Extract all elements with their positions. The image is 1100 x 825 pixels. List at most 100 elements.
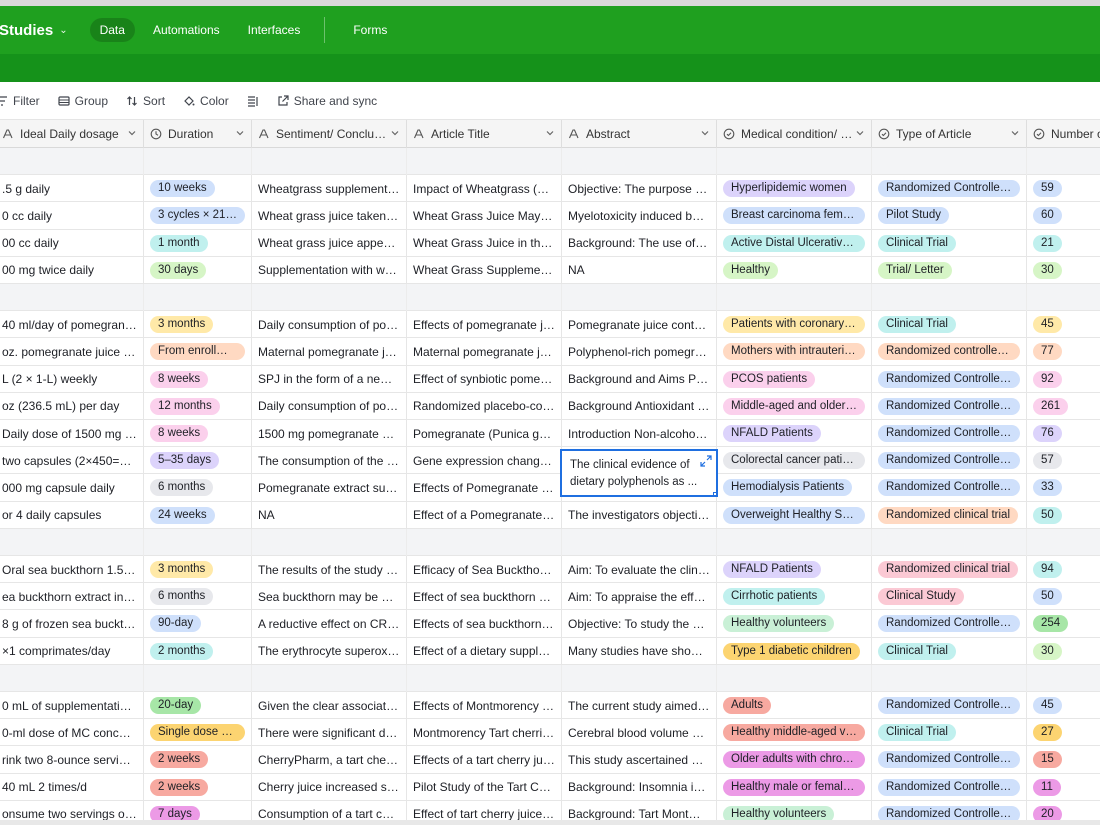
duration-cell[interactable]: 3 months xyxy=(144,311,252,339)
type-cell[interactable]: Randomized controlled ... xyxy=(872,338,1027,366)
dosage-cell[interactable]: Daily dose of 1500 mg po... xyxy=(0,420,144,447)
type-cell[interactable]: Randomized Controlled ... xyxy=(872,474,1027,502)
duration-cell[interactable]: 2 months xyxy=(144,637,252,665)
condition-cell[interactable]: Older adults with chroni... xyxy=(717,746,872,774)
column-header-abstract[interactable]: Abstract xyxy=(562,120,717,148)
sentiment-cell[interactable]: CherryPharm, a tart cherry j... xyxy=(252,746,407,774)
dosage-cell[interactable]: Oral sea buckthorn 1.5 g (3... xyxy=(0,556,144,583)
column-header-dosage[interactable]: Ideal Daily dosage xyxy=(0,120,144,148)
table-row[interactable]: 0 cc daily 3 cycles × 21 d... Wheat grass … xyxy=(0,202,1100,230)
table-row[interactable]: 8 g of frozen sea buckthor... 90-day A red… xyxy=(0,610,1100,638)
number-cell[interactable]: 50 xyxy=(1027,583,1100,610)
dosage-cell[interactable]: 40 ml/day of pomegranat... xyxy=(0,311,144,339)
duration-cell[interactable]: 24 weeks xyxy=(144,501,252,529)
title-cell[interactable]: Effect of synbiotic pomegr... xyxy=(407,365,562,393)
column-header-condition[interactable]: Medical condition/ P... xyxy=(717,120,872,148)
duration-cell[interactable]: 20-day xyxy=(144,692,252,719)
type-cell[interactable]: Randomized Controlled ... xyxy=(872,365,1027,393)
table-row[interactable]: 40 ml/day of pomegranat... 3 months Daily … xyxy=(0,311,1100,339)
table-row[interactable]: Oral sea buckthorn 1.5 g (3... 3 months Th… xyxy=(0,556,1100,584)
title-cell[interactable]: Pilot Study of the Tart Cher... xyxy=(407,773,562,801)
abstract-cell[interactable]: Introduction Non-alcoholic... xyxy=(562,420,717,447)
abstract-cell[interactable]: Background: Insomnia is co... xyxy=(562,773,717,801)
dosage-cell[interactable]: 8 g of frozen sea buckthor... xyxy=(0,610,144,638)
type-cell[interactable]: Clinical Trial xyxy=(872,719,1027,747)
number-cell[interactable]: 57 xyxy=(1027,447,1100,474)
condition-cell[interactable]: Cirrhotic patients xyxy=(717,583,872,611)
condition-cell[interactable]: PCOS patients xyxy=(717,365,872,393)
title-cell[interactable]: Maternal pomegranate juic... xyxy=(407,338,562,366)
dosage-cell[interactable]: 00 cc daily xyxy=(0,229,144,257)
number-cell[interactable]: 27 xyxy=(1027,719,1100,746)
abstract-cell[interactable]: Aim: To appraise the effect ... xyxy=(562,583,717,611)
sentiment-cell[interactable]: Supplementation with whe... xyxy=(252,256,407,284)
number-cell[interactable]: 76 xyxy=(1027,420,1100,447)
sentiment-cell[interactable]: Maternal pomegranate juic... xyxy=(252,338,407,366)
condition-cell[interactable]: Healthy volunteers xyxy=(717,610,872,638)
type-cell[interactable]: Clinical Trial xyxy=(872,229,1027,257)
sentiment-cell[interactable]: A reductive effect on CRP, ... xyxy=(252,610,407,638)
table-row[interactable]: ×1 comprimates/day 2 months The erythrocyt… xyxy=(0,637,1100,665)
condition-cell[interactable]: Healthy xyxy=(717,256,872,284)
condition-cell[interactable]: Mothers with intrauterin... xyxy=(717,338,872,366)
abstract-cell[interactable]: Background and Aims Poly... xyxy=(562,365,717,393)
table-row[interactable]: oz (236.5 mL) per day 12 months Daily cons… xyxy=(0,392,1100,420)
condition-cell[interactable]: Hyperlipidemic women xyxy=(717,175,872,203)
title-cell[interactable]: Effects of Pomegranate Ext... xyxy=(407,474,562,502)
sentiment-cell[interactable]: Wheat grass juice appeare... xyxy=(252,229,407,257)
number-cell[interactable]: 21 xyxy=(1027,230,1100,257)
title-cell[interactable]: Gene expression changes i... xyxy=(407,447,562,475)
type-cell[interactable]: Randomized Controlled ... xyxy=(872,773,1027,801)
duration-cell[interactable]: 6 months xyxy=(144,474,252,502)
type-cell[interactable]: Clinical Trial xyxy=(872,311,1027,339)
type-cell[interactable]: Clinical Trial xyxy=(872,637,1027,665)
title-cell[interactable]: Effects of sea buckthorn be... xyxy=(407,610,562,638)
condition-cell[interactable]: Overweight Healthy Sub... xyxy=(717,501,872,529)
title-cell[interactable]: Montmorency Tart cherries ... xyxy=(407,719,562,747)
type-cell[interactable]: Pilot Study xyxy=(872,202,1027,230)
column-header-duration[interactable]: Duration xyxy=(144,120,252,148)
condition-cell[interactable]: Adults xyxy=(717,692,872,719)
number-cell[interactable]: 30 xyxy=(1027,638,1100,665)
type-cell[interactable]: Randomized Controlled ... xyxy=(872,447,1027,475)
group-button[interactable]: Group xyxy=(58,94,108,108)
condition-cell[interactable]: Middle-aged and older ... xyxy=(717,392,872,420)
title-cell[interactable]: Impact of Wheatgrass (Triti... xyxy=(407,175,562,203)
abstract-cell[interactable]: Background Antioxidant nu... xyxy=(562,392,717,420)
title-cell[interactable]: Effect of a Pomegranate Ex... xyxy=(407,501,562,529)
number-cell[interactable]: 94 xyxy=(1027,556,1100,583)
number-cell[interactable]: 45 xyxy=(1027,692,1100,719)
title-cell[interactable]: Effects of Montmorency Ta... xyxy=(407,692,562,719)
column-header-number[interactable]: Number of xyxy=(1027,120,1100,148)
duration-cell[interactable]: 2 weeks xyxy=(144,746,252,774)
number-cell[interactable]: 60 xyxy=(1027,202,1100,229)
duration-cell[interactable]: 10 weeks xyxy=(144,175,252,203)
sentiment-cell[interactable]: The consumption of the Po... xyxy=(252,447,407,475)
sentiment-cell[interactable]: Pomegranate extract suppl... xyxy=(252,474,407,502)
table-row[interactable]: oz. pomegranate juice da... From enrollme… xyxy=(0,338,1100,366)
expand-icon[interactable] xyxy=(700,455,712,467)
duration-cell[interactable]: 2 weeks xyxy=(144,773,252,801)
dosage-cell[interactable]: .5 g daily xyxy=(0,175,144,203)
abstract-cell[interactable]: Cerebral blood volume and... xyxy=(562,719,717,747)
number-cell[interactable]: 92 xyxy=(1027,366,1100,393)
duration-cell[interactable]: 12 months xyxy=(144,392,252,420)
type-cell[interactable]: Randomized Controlled ... xyxy=(872,610,1027,638)
tab-forms[interactable]: Forms xyxy=(343,18,397,42)
table-row[interactable]: 0-ml dose of MC concentr... Single dose w… xyxy=(0,719,1100,747)
filter-button[interactable]: Filter xyxy=(0,94,40,108)
share-sync-button[interactable]: Share and sync xyxy=(277,94,377,108)
duration-cell[interactable]: 6 months xyxy=(144,583,252,611)
condition-cell[interactable]: Hemodialysis Patients xyxy=(717,474,872,502)
duration-cell[interactable]: 3 months xyxy=(144,556,252,583)
number-cell[interactable]: 33 xyxy=(1027,474,1100,501)
title-cell[interactable]: Effect of sea buckthorn on ... xyxy=(407,583,562,611)
sentiment-cell[interactable]: Cherry juice increased slee... xyxy=(252,773,407,801)
table-row[interactable]: 0 mL of supplementation ... 20-day Given t… xyxy=(0,692,1100,720)
duration-cell[interactable]: Single dose wit... xyxy=(144,719,252,747)
dosage-cell[interactable]: 00 mg twice daily xyxy=(0,256,144,284)
title-cell[interactable]: Wheat Grass Juice in the Tr... xyxy=(407,229,562,257)
sentiment-cell[interactable]: Sea buckthorn may be a ho... xyxy=(252,583,407,611)
fill-handle[interactable] xyxy=(713,492,716,495)
condition-cell[interactable]: Healthy male or female ... xyxy=(717,773,872,801)
